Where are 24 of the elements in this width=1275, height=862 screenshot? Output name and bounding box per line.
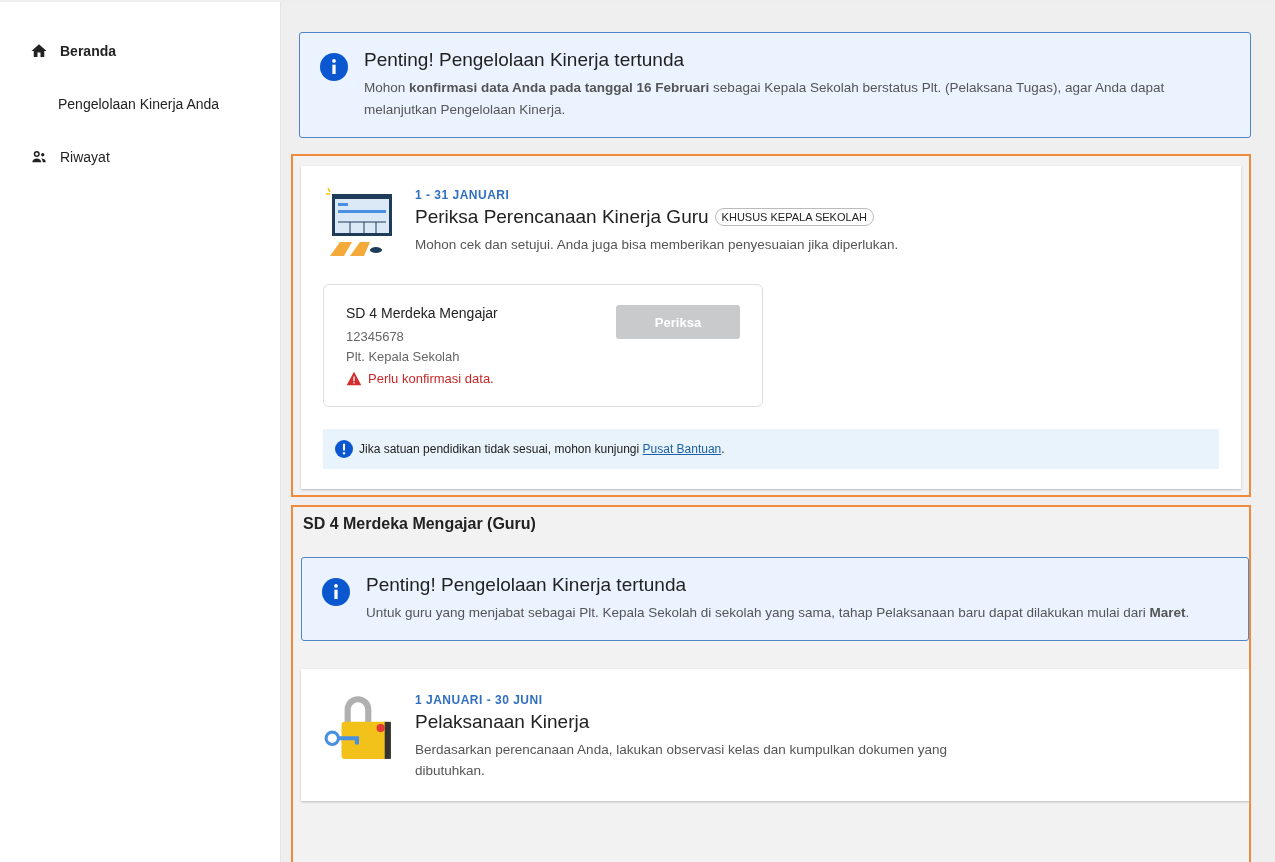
school-name: SD 4 Merdeka Mengajar [346,305,498,321]
alert-text: Mohon konfirmasi data Anda pada tanggal 16 Februari sebagai Kepala Sekolah berstatus Plt. (Pelaksana Tugas), agar Anda dapat melanjutkan Pengelolaan Kinerja. [364,79,1166,119]
alert-title: Penting! Pengelolaan Kinerja tertunda [364,49,686,71]
school-role: Plt. Kepala Sekolah [346,348,461,366]
warning-text: Perlu konfirmasi data. [368,371,494,386]
date-range: 1 JANUARI - 30 JUNI [415,693,544,707]
sidebar-item[interactable]: Beranda [0,24,280,77]
date-range: 1 - 31 JANUARI [415,188,511,202]
card-title: Periksa Perencanaan Kinerja Guru [415,206,709,228]
exclamation-icon [335,440,353,458]
card-title: Pelaksanaan Kinerja [415,711,591,733]
info-icon [320,53,348,81]
alert-text: Untuk guru yang menjabat sebagai Plt. Kepala Sekolah di sekolah yang sama, tahap Pelaksanaan baru dapat dilakukan mulai dari Maret. [366,604,1190,622]
info-icon [322,578,350,606]
sidebar-item[interactable]: Pengelolaan Kinerja Anda [0,77,280,130]
school-id: 12345678 [346,328,405,346]
alert-title: Penting! Pengelolaan Kinerja tertunda [366,574,688,596]
warning-icon [346,371,362,386]
card-description: Berdasarkan perencanaan Anda, lakukan observasi kelas dan kumpulkan dokumen yang dibutuhkan. [415,741,949,780]
computer-drawing [323,186,395,258]
sidebar-item[interactable]: Riwayat [0,130,280,183]
section-title: SD 4 Merdeka Mengajar (Guru) [303,515,537,533]
card-description: Mohon cek dan setujui. Anda juga bisa memberikan penyesuaian jika diperlukan. [415,236,899,254]
help-text: Jika satuan pendidikan tidak sesuai, mohon kunjungi Pusat Bantuan. [359,442,725,456]
